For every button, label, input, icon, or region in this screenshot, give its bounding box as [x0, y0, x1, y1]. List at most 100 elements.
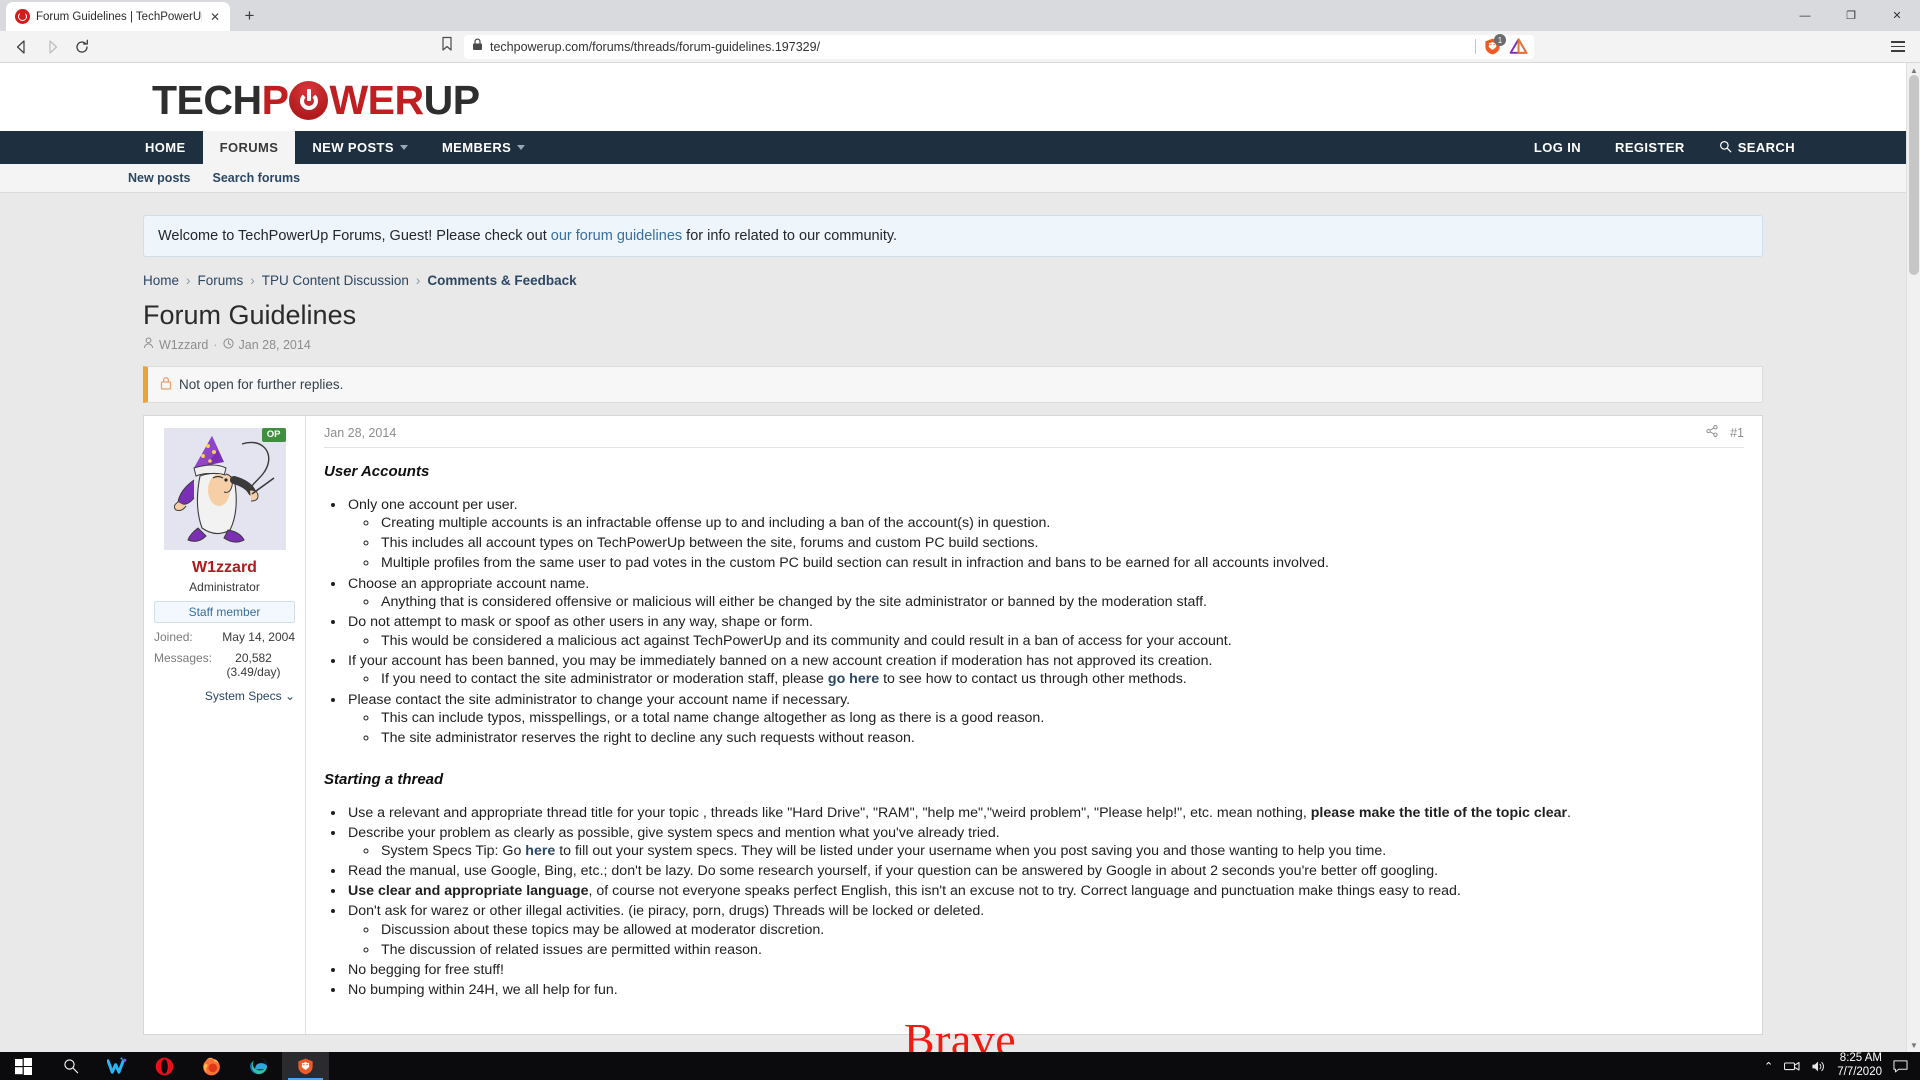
breadcrumb-comments-feedback[interactable]: Comments & Feedback	[427, 273, 576, 288]
taskbar-app-firefox[interactable]	[188, 1052, 235, 1080]
extension-triangle-icon[interactable]	[1509, 37, 1528, 56]
page-scrollbar[interactable]: ▲ ▼	[1906, 63, 1920, 1052]
list-item: No bumping within 24H, we all help for f…	[346, 981, 1744, 1000]
nav-item-forums[interactable]: FORUMS	[202, 131, 296, 164]
list-item: Don't ask for warez or other illegal act…	[346, 902, 1744, 959]
nav-label: REGISTER	[1615, 140, 1685, 155]
list-item: Creating multiple accounts is an infract…	[379, 514, 1744, 533]
stat-value: May 14, 2004	[222, 630, 295, 644]
post-date[interactable]: Jan 28, 2014	[324, 426, 396, 440]
stat-joined: Joined: May 14, 2004	[154, 630, 295, 644]
new-tab-button[interactable]: +	[236, 2, 263, 29]
share-icon[interactable]	[1706, 425, 1718, 440]
taskbar-app-opera[interactable]	[141, 1052, 188, 1080]
back-icon[interactable]	[8, 34, 36, 60]
site-logo[interactable]: TECH P WER UP	[152, 63, 1906, 124]
list-item: The site administrator reserves the righ…	[379, 729, 1744, 748]
breadcrumb-forums[interactable]: Forums	[198, 273, 244, 288]
wizard-avatar[interactable]	[163, 428, 286, 550]
action-center-icon[interactable]	[1893, 1059, 1908, 1073]
forum-guidelines-link[interactable]: our forum guidelines	[551, 228, 682, 244]
scroll-down-arrow[interactable]: ▼	[1907, 1038, 1920, 1052]
list-item: Use a relevant and appropriate thread ti…	[346, 804, 1744, 823]
guest-welcome-notice: Welcome to TechPowerUp Forums, Guest! Pl…	[143, 215, 1763, 257]
volume-icon[interactable]	[1811, 1060, 1826, 1073]
list-item: Multiple profiles from the same user to …	[379, 554, 1744, 573]
list-item: Read the manual, use Google, Bing, etc.;…	[346, 862, 1744, 881]
brave-shields-icon[interactable]: 1	[1483, 34, 1506, 56]
guidelines-list-starting-thread: Use a relevant and appropriate thread ti…	[346, 804, 1744, 1000]
lock-icon	[160, 376, 172, 393]
clock-icon	[222, 337, 234, 352]
list-item: No begging for free stuff!	[346, 961, 1744, 980]
section-heading-starting-a-thread: Starting a thread	[324, 770, 444, 788]
reload-icon[interactable]	[68, 34, 96, 60]
logo-up: UP	[423, 77, 480, 123]
taskbar-clock[interactable]: 8:25 AM 7/7/2020	[1837, 1052, 1882, 1079]
close-icon[interactable]: ✕	[208, 10, 222, 24]
breadcrumb-home[interactable]: Home	[143, 273, 179, 288]
breadcrumb-tpu-content-discussion[interactable]: TPU Content Discussion	[262, 273, 409, 288]
taskbar-app-brave[interactable]	[282, 1052, 329, 1080]
taskbar-app-wavebox[interactable]	[94, 1052, 141, 1080]
chevron-down-icon	[399, 145, 408, 150]
shields-badge-count: 1	[1494, 34, 1506, 46]
tpu-power-icon	[15, 9, 30, 24]
start-button[interactable]	[0, 1052, 47, 1080]
list-item: Choose an appropriate account name. Anyt…	[346, 575, 1744, 612]
staff-member-badge: Staff member	[154, 601, 295, 623]
post-author-title: Administrator	[189, 580, 260, 594]
maximize-button[interactable]: ❐	[1828, 0, 1874, 31]
list-item: If you need to contact the site administ…	[379, 670, 1744, 689]
search-button[interactable]: SEARCH	[1702, 131, 1812, 164]
stat-label: Messages:	[154, 651, 213, 665]
list-item: Please contact the site administrator to…	[346, 691, 1744, 748]
nav-label: HOME	[145, 140, 186, 155]
list-item: Discussion about these topics may be all…	[379, 921, 1744, 940]
system-specs-toggle[interactable]: System Specs ⌄	[154, 689, 295, 703]
hamburger-menu-icon[interactable]	[1884, 34, 1912, 60]
sub-list: Creating multiple accounts is an infract…	[379, 514, 1744, 573]
notice-text-pre: Welcome to TechPowerUp Forums, Guest! Pl…	[158, 228, 551, 244]
list-item: This would be considered a malicious act…	[379, 632, 1744, 651]
window-close-button[interactable]: ✕	[1874, 0, 1920, 31]
list-item-text: Please contact the site administrator to…	[348, 691, 851, 708]
search-icon	[1719, 140, 1732, 156]
page-content: Welcome to TechPowerUp Forums, Guest! Pl…	[0, 193, 1906, 1035]
subnav-search-forums[interactable]: Search forums	[213, 171, 301, 185]
browser-tab[interactable]: Forum Guidelines | TechPowerUp F ✕	[6, 2, 230, 31]
user-icon	[143, 337, 154, 352]
minimize-button[interactable]: —	[1782, 0, 1828, 31]
post-number[interactable]: #1	[1730, 426, 1744, 440]
windows-taskbar: ⌃ 8:25 AM 7/7/2020	[0, 1052, 1920, 1080]
chevron-up-icon[interactable]: ⌃	[1764, 1060, 1773, 1073]
nav-label: NEW POSTS	[312, 140, 394, 155]
bookmark-icon[interactable]	[440, 36, 454, 57]
register-button[interactable]: REGISTER	[1598, 131, 1702, 164]
breadcrumb: Home › Forums › TPU Content Discussion ›…	[143, 273, 1763, 288]
site-nav: HOME FORUMS NEW POSTS MEMBERS LOG IN REG…	[0, 131, 1906, 164]
nav-label: LOG IN	[1533, 140, 1582, 155]
list-item: This can include typos, misspellings, or…	[379, 709, 1744, 728]
taskbar-app-edge[interactable]	[235, 1052, 282, 1080]
network-icon[interactable]	[1784, 1060, 1800, 1073]
nav-item-members[interactable]: MEMBERS	[425, 131, 542, 164]
forward-icon[interactable]	[38, 34, 66, 60]
stat-value: 20,582 (3.49/day)	[226, 651, 281, 679]
scrollbar-thumb[interactable]	[1909, 75, 1919, 275]
post-author-username[interactable]: W1zzard	[154, 559, 295, 577]
login-button[interactable]: LOG IN	[1517, 131, 1598, 164]
subnav-new-posts[interactable]: New posts	[128, 171, 191, 185]
address-bar[interactable]: techpowerup.com/forums/threads/forum-gui…	[464, 34, 1534, 59]
search-button[interactable]	[47, 1052, 94, 1080]
sub-list: System Specs Tip: Go here to fill out yo…	[379, 842, 1744, 861]
omnibox-container: techpowerup.com/forums/threads/forum-gui…	[98, 34, 1876, 59]
locked-thread-notice: Not open for further replies.	[143, 366, 1763, 403]
nav-item-new-posts[interactable]: NEW POSTS	[295, 131, 425, 164]
op-badge: OP	[261, 428, 286, 443]
nav-item-home[interactable]: HOME	[128, 131, 203, 164]
nav-right-group: LOG IN REGISTER SEARCH	[1517, 131, 1906, 164]
sub-list: This would be considered a malicious act…	[379, 632, 1744, 651]
thread-author[interactable]: W1zzard	[159, 338, 208, 352]
list-item: This includes all account types on TechP…	[379, 534, 1744, 553]
